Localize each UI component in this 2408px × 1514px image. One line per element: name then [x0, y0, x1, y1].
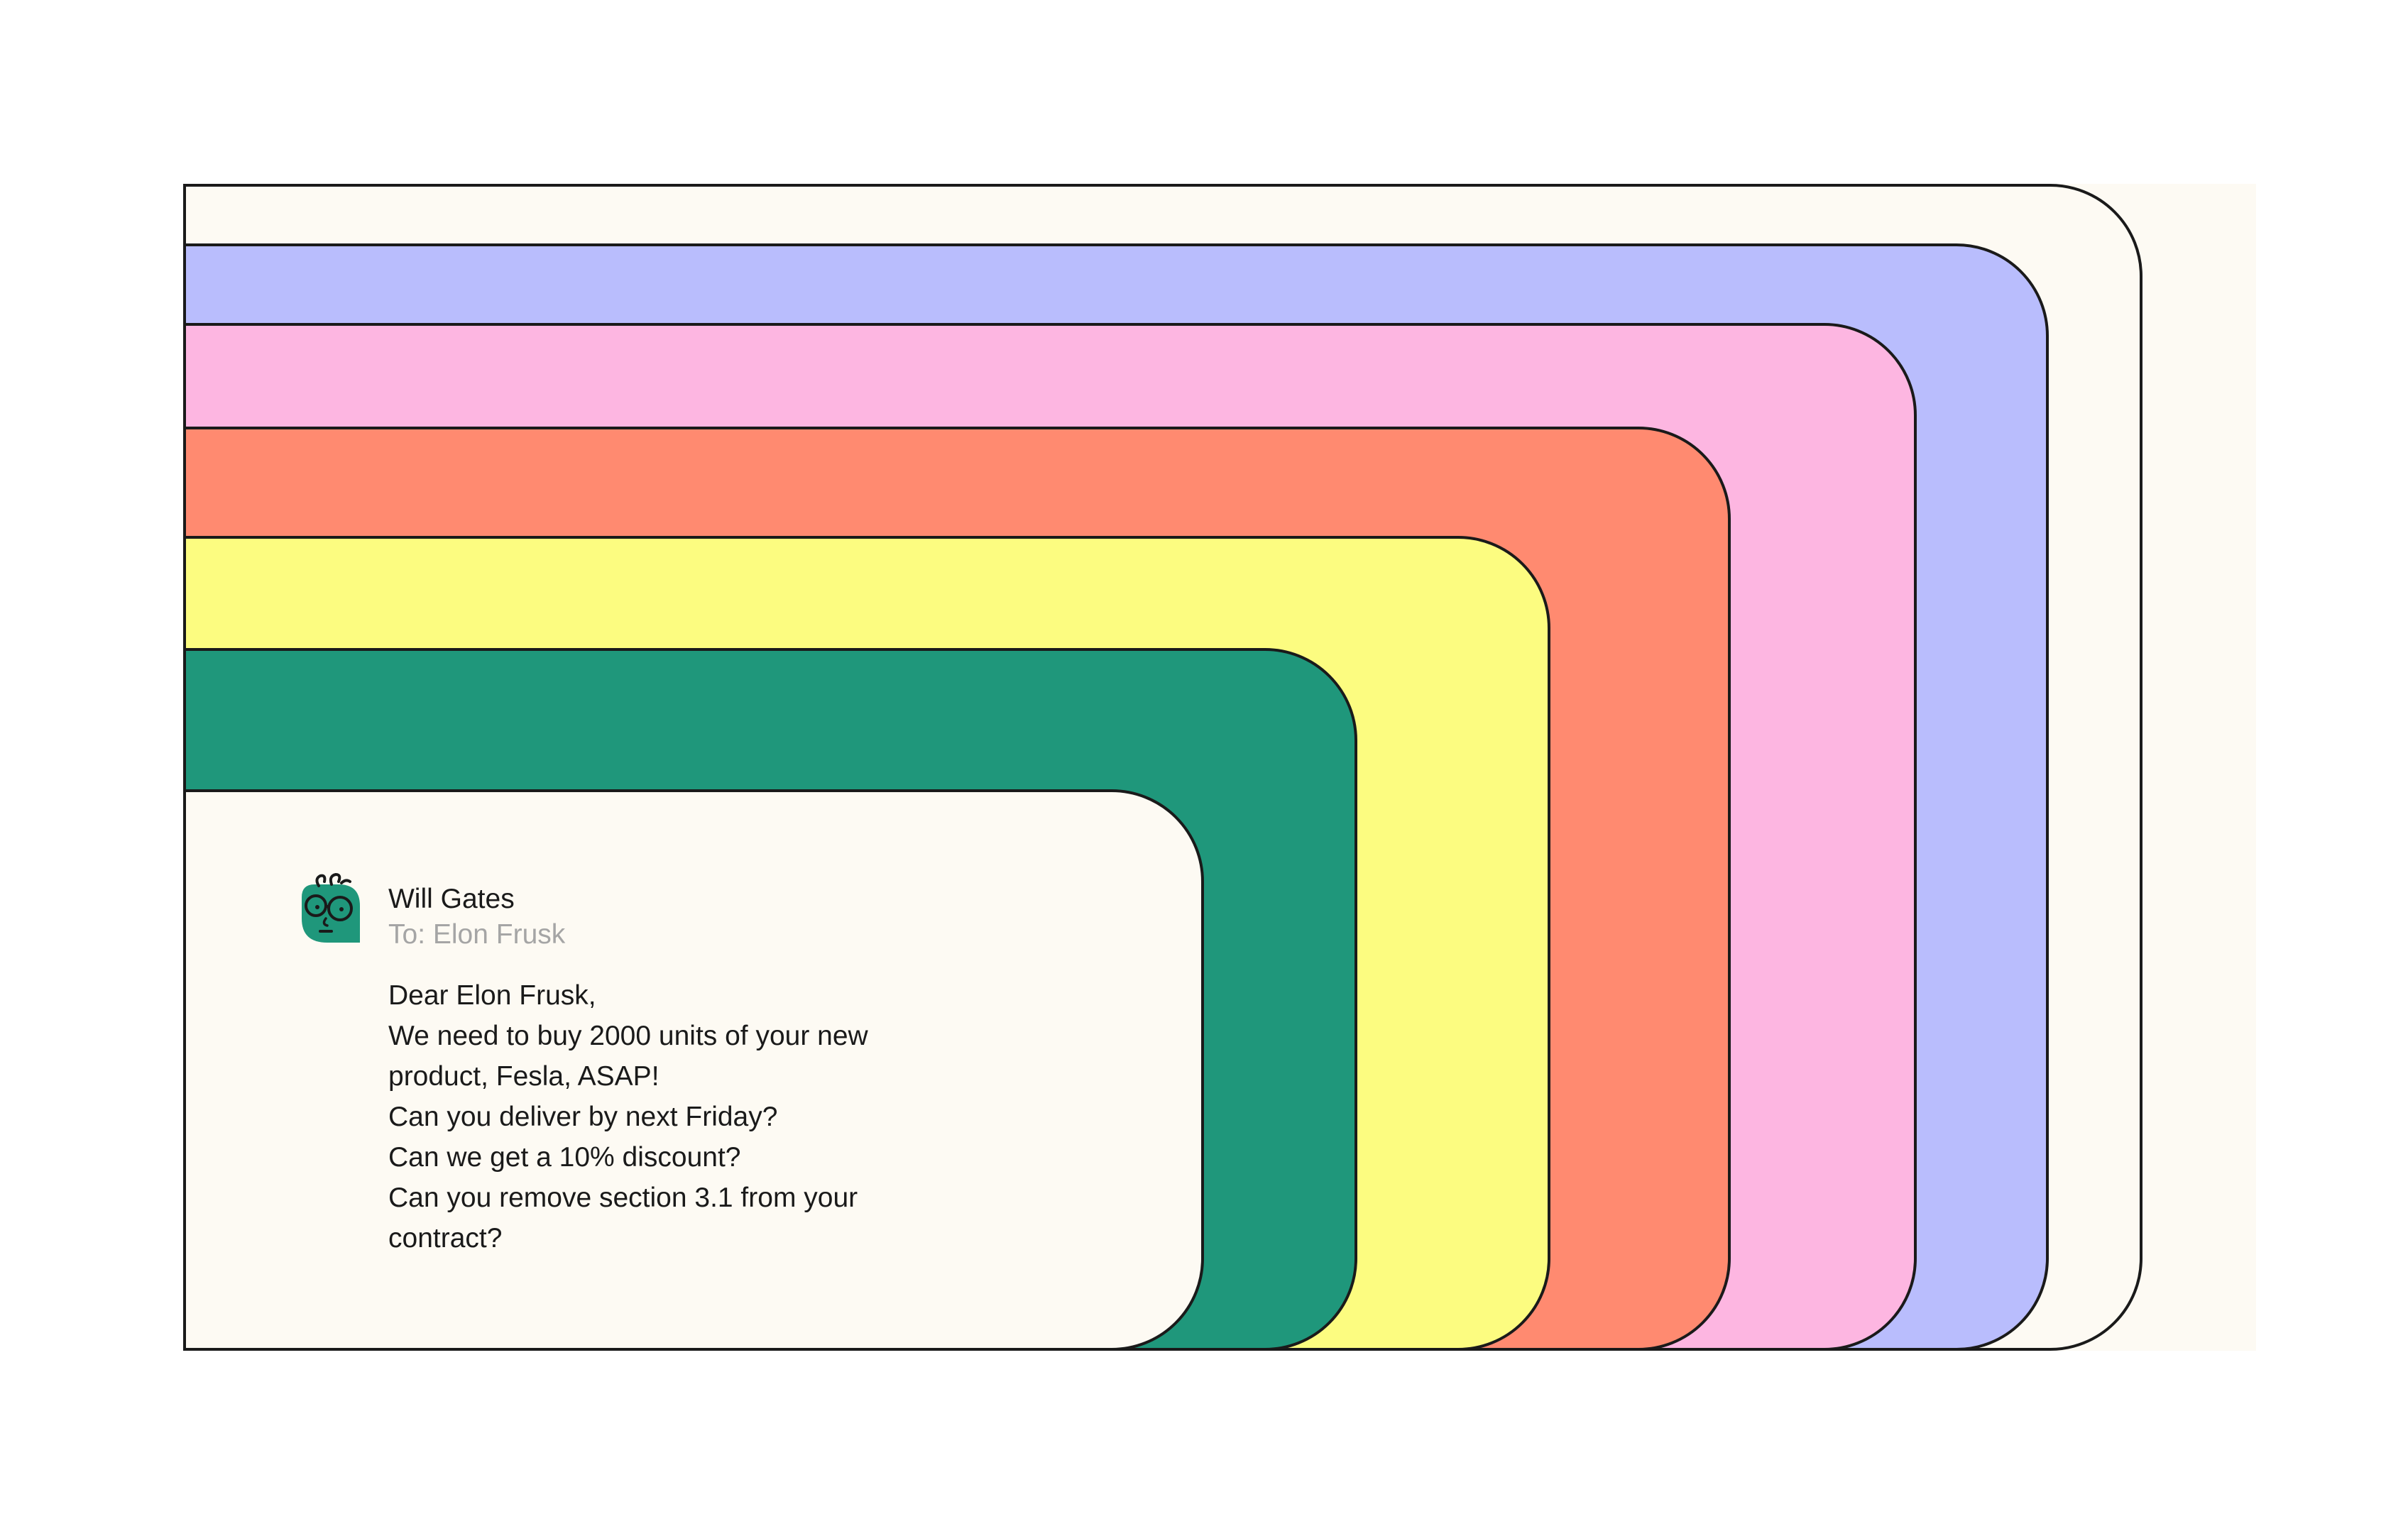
cartoon-face-with-glasses-icon: [302, 872, 360, 943]
body-line: Can you remove section 3.1 from your: [388, 1183, 858, 1213]
body-line: product, Fesla, ASAP!: [388, 1061, 660, 1092]
sender-block: Will Gates To: Elon Frusk: [388, 882, 814, 953]
stacked-email-illustration: Will Gates To: Elon Frusk Dear Elon Frus…: [0, 0, 2408, 1514]
body-line: Can you deliver by next Friday?: [388, 1102, 778, 1132]
body-line: Can we get a 10% discount?: [388, 1142, 741, 1173]
body-line: Dear Elon Frusk,: [388, 980, 596, 1011]
recipient-line: To: Elon Frusk: [388, 919, 566, 950]
body-line: We need to buy 2000 units of your new: [388, 1021, 868, 1051]
email-body: Dear Elon Frusk, We need to buy 2000 uni…: [388, 975, 928, 1258]
body-line: contract?: [388, 1223, 503, 1254]
sender-name: Will Gates: [388, 884, 515, 914]
